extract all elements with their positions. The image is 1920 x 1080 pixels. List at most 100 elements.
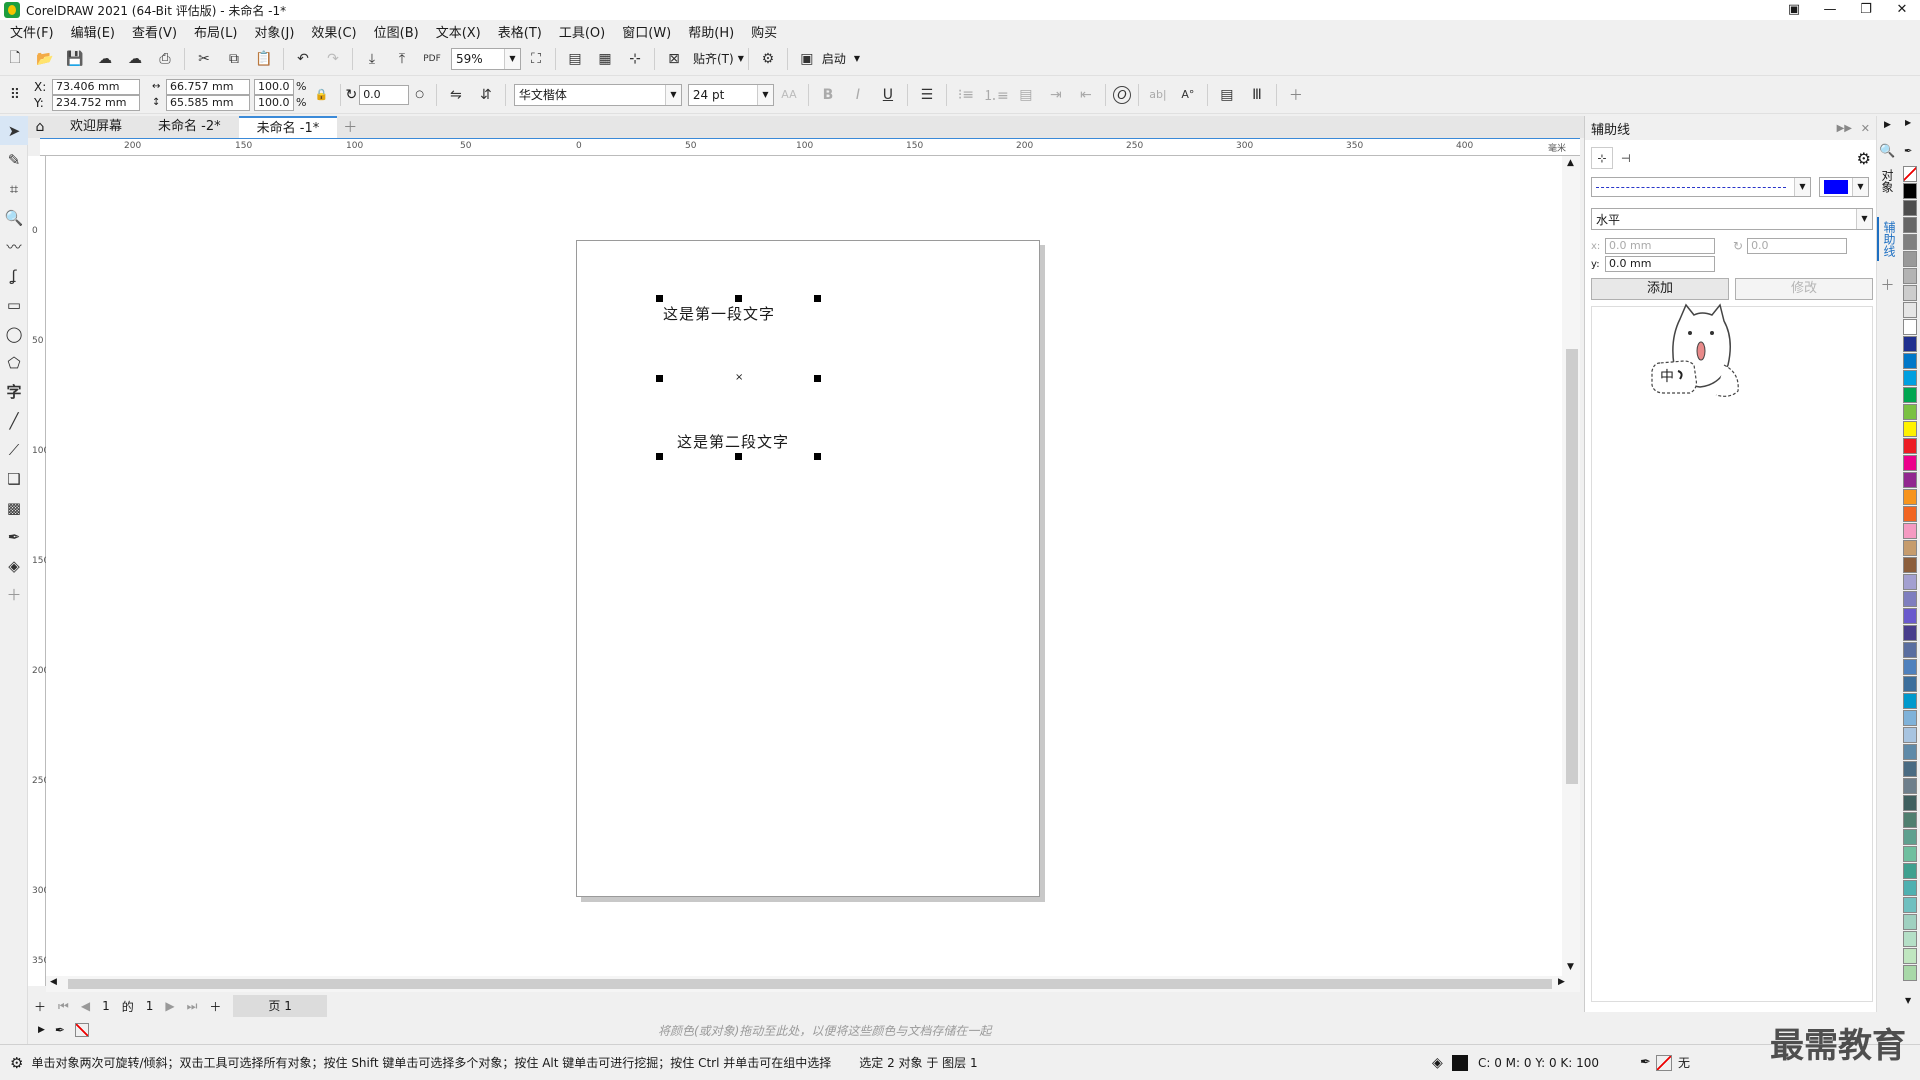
show-rulers-icon[interactable]: ▤	[563, 47, 587, 71]
rectangle-tool-icon[interactable]: ▭	[0, 290, 28, 319]
options-gear-icon[interactable]: ⚙	[756, 47, 780, 71]
scale-height-input[interactable]: 100.0	[254, 94, 294, 111]
palette-swatch[interactable]	[1903, 880, 1917, 896]
palette-swatch[interactable]	[1903, 183, 1917, 199]
palette-swatch[interactable]	[1903, 489, 1917, 505]
menu-window[interactable]: 窗口(W)	[622, 22, 671, 41]
polygon-tool-icon[interactable]: ⬠	[0, 348, 28, 377]
menu-tools[interactable]: 工具(O)	[559, 22, 605, 41]
x-position-input[interactable]: 73.406 mm	[52, 78, 140, 95]
snap-to-menu[interactable]: 贴齐(T)	[693, 50, 734, 67]
palette-swatch[interactable]	[1903, 761, 1917, 777]
selection-handle[interactable]	[735, 295, 742, 302]
palette-swatch[interactable]	[1903, 625, 1917, 641]
horizontal-scroll-thumb[interactable]	[68, 979, 1552, 989]
save-icon[interactable]: 💾	[63, 47, 87, 71]
vertical-scrollbar[interactable]: ▲ ▼	[1562, 156, 1580, 976]
palette-swatch[interactable]	[1903, 472, 1917, 488]
palette-swatch[interactable]	[1903, 421, 1917, 437]
menu-table[interactable]: 表格(T)	[498, 22, 542, 41]
open-icon[interactable]: 📂	[33, 47, 57, 71]
line-style-combo[interactable]: ▼	[1591, 177, 1811, 197]
window-restore-icon[interactable]: ▣	[1776, 0, 1812, 20]
selection-handle[interactable]	[656, 453, 663, 460]
guide-list[interactable]: 中	[1591, 303, 1873, 1002]
opentype-icon[interactable]: O	[1112, 85, 1131, 104]
menu-layout[interactable]: 布局(L)	[194, 22, 237, 41]
pick-tool-icon[interactable]: ➤	[0, 116, 28, 145]
guide-color-combo[interactable]: ▼	[1819, 177, 1869, 197]
shape-tool-icon[interactable]: ✎	[0, 145, 28, 174]
palette-scroll-up-icon[interactable]: ▶	[1905, 118, 1911, 127]
palette-swatch[interactable]	[1903, 659, 1917, 675]
add-page-after-icon[interactable]: ＋	[209, 998, 221, 1015]
close-icon[interactable]: ✕	[1884, 0, 1920, 20]
show-grid-icon[interactable]: ▦	[593, 47, 617, 71]
scroll-right-icon[interactable]: ▶	[1558, 977, 1565, 987]
undo-icon[interactable]: ↶	[291, 47, 315, 71]
horizontal-scrollbar[interactable]: ◀ ▶	[46, 976, 1580, 992]
print-icon[interactable]: ⎙	[153, 47, 177, 71]
outline-none-swatch[interactable]	[1656, 1054, 1672, 1071]
menu-view[interactable]: 查看(V)	[132, 22, 177, 41]
next-page-icon[interactable]: ▶	[165, 999, 174, 1013]
text-object-2[interactable]: 这是第二段文字	[677, 431, 789, 452]
chevron-down-icon[interactable]: ▼	[756, 84, 773, 105]
vertical-ruler[interactable]: 0 50 100 150 200 250 300 350	[28, 156, 49, 986]
launch-icon[interactable]: ▣	[795, 47, 819, 71]
side-tab-objects[interactable]: 对象	[1877, 165, 1898, 197]
tab-welcome-screen[interactable]: 欢迎屏幕	[52, 116, 140, 138]
add-tool-icon[interactable]: ＋	[0, 580, 28, 609]
bullet-list-icon[interactable]: ⁝≡	[954, 83, 978, 107]
first-page-icon[interactable]: ⏮	[58, 999, 69, 1014]
palette-swatch[interactable]	[1903, 744, 1917, 760]
home-icon[interactable]: ⌂	[28, 119, 52, 135]
parallel-dimension-tool-icon[interactable]: ╱	[0, 406, 28, 435]
palette-expand-icon[interactable]: ▶	[38, 1025, 45, 1035]
tab-untitled-2[interactable]: 未命名 -2*	[140, 116, 239, 138]
docker-collapse-icon[interactable]: ▶▶	[1837, 123, 1852, 134]
palette-swatch[interactable]	[1903, 353, 1917, 369]
palette-swatch[interactable]	[1903, 506, 1917, 522]
guide-x-input[interactable]: 0.0 mm	[1605, 238, 1715, 254]
cloud-download-icon[interactable]: ☁	[93, 47, 117, 71]
modify-guide-button[interactable]: 修改	[1735, 278, 1873, 300]
palette-swatch[interactable]	[1903, 778, 1917, 794]
settings-gear-icon[interactable]: ⚙	[10, 1054, 23, 1072]
palette-swatch[interactable]	[1903, 217, 1917, 233]
selection-handle[interactable]	[656, 295, 663, 302]
palette-swatch[interactable]	[1903, 676, 1917, 692]
publish-pdf-icon[interactable]: PDF	[420, 47, 444, 71]
text-object-1[interactable]: 这是第一段文字	[663, 303, 775, 324]
transparency-tool-icon[interactable]: ▩	[0, 493, 28, 522]
add-guide-button[interactable]: 添加	[1591, 278, 1729, 300]
menu-effects[interactable]: 效果(C)	[311, 22, 356, 41]
palette-swatch[interactable]	[1903, 370, 1917, 386]
crop-tool-icon[interactable]: ⌗	[0, 174, 28, 203]
menu-buy[interactable]: 购买	[751, 22, 777, 41]
guide-y-input[interactable]: 0.0 mm	[1605, 256, 1715, 272]
palette-swatch[interactable]	[1903, 455, 1917, 471]
chevron-down-icon[interactable]: ▼	[738, 54, 744, 63]
add-page-before-icon[interactable]: ＋	[34, 998, 46, 1015]
mirror-horizontal-icon[interactable]: ⇋	[444, 83, 468, 107]
minimize-icon[interactable]: —	[1812, 0, 1848, 20]
palette-swatch[interactable]	[1903, 166, 1917, 182]
vertical-scroll-thumb[interactable]	[1566, 349, 1578, 784]
edit-text-icon[interactable]: ab|	[1146, 83, 1170, 107]
height-input[interactable]: 65.585 mm	[166, 94, 250, 111]
zoom-tool-icon[interactable]: 🔍	[0, 203, 28, 232]
underline-icon[interactable]: U	[876, 83, 900, 107]
palette-swatch[interactable]	[1903, 285, 1917, 301]
guide-orientation-combo[interactable]: 水平 ▼	[1591, 208, 1873, 230]
palette-swatch[interactable]	[1903, 812, 1917, 828]
vertical-text-icon[interactable]: Ⅲ	[1245, 83, 1269, 107]
drop-cap-icon[interactable]: ▤	[1014, 83, 1038, 107]
side-tab-guidelines[interactable]: 辅助线	[1877, 217, 1900, 261]
horizontal-text-icon[interactable]: ▤	[1215, 83, 1239, 107]
chevron-down-icon[interactable]: ▼	[854, 54, 860, 63]
docker-settings-gear-icon[interactable]: ⚙	[1857, 149, 1871, 168]
menu-text[interactable]: 文本(X)	[436, 22, 481, 41]
italic-icon[interactable]: I	[846, 83, 870, 107]
palette-swatch[interactable]	[1903, 557, 1917, 573]
